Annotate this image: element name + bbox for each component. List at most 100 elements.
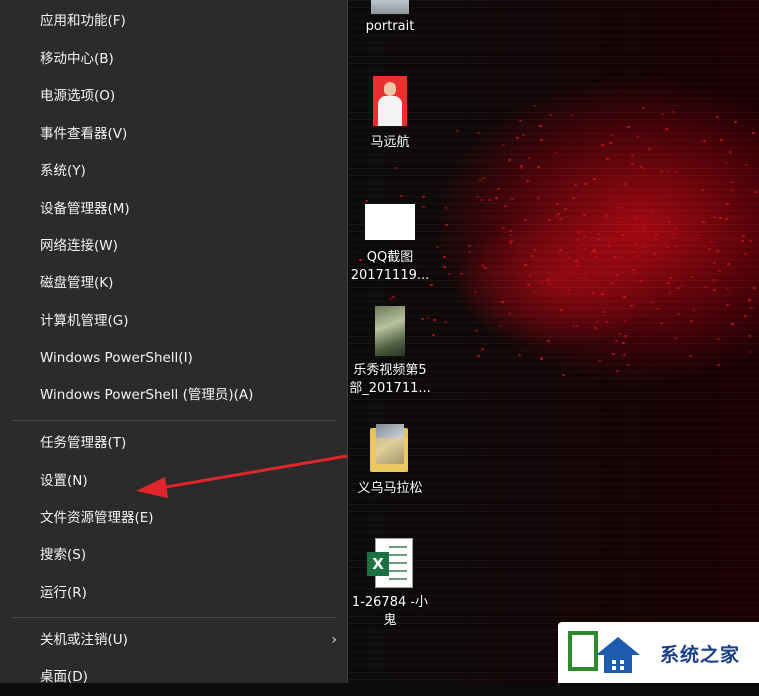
menu-separator bbox=[12, 617, 336, 618]
background-speck bbox=[536, 196, 540, 199]
desktop-icon-folder[interactable]: 义乌马拉松 bbox=[342, 424, 438, 498]
background-speck bbox=[481, 263, 485, 266]
background-speck bbox=[481, 176, 485, 179]
background-speck bbox=[555, 202, 559, 205]
desktop-icon-label: QQ截图 20171119... bbox=[350, 250, 430, 283]
chevron-right-icon: › bbox=[331, 632, 337, 648]
menu-item-shutdown-signout[interactable]: 关机或注销(U) › bbox=[0, 622, 347, 659]
background-speck bbox=[566, 257, 570, 260]
background-speck bbox=[518, 119, 522, 122]
background-speck bbox=[559, 217, 563, 220]
background-speck bbox=[666, 282, 670, 285]
menu-item-power-options[interactable]: 电源选项(O) bbox=[0, 78, 347, 115]
desktop-icon-label: 马远航 bbox=[370, 135, 410, 150]
background-speck bbox=[617, 220, 621, 223]
background-speck bbox=[553, 215, 557, 218]
background-speck bbox=[605, 320, 609, 323]
folder-icon bbox=[370, 424, 410, 472]
background-speck bbox=[710, 240, 714, 243]
background-speck bbox=[752, 131, 756, 134]
background-speck bbox=[728, 150, 732, 153]
background-speck bbox=[613, 255, 617, 258]
menu-item-network-connections[interactable]: 网络连接(W) bbox=[0, 228, 347, 265]
background-speck bbox=[528, 156, 532, 159]
background-speck bbox=[717, 363, 721, 366]
background-speck bbox=[745, 163, 749, 166]
desktop-icon-person-photo[interactable]: 马远航 bbox=[342, 76, 438, 152]
menu-item-powershell-admin[interactable]: Windows PowerShell (管理员)(A) bbox=[0, 377, 347, 414]
background-speck bbox=[540, 281, 544, 284]
background-speck bbox=[556, 212, 560, 215]
background-speck bbox=[612, 239, 616, 242]
background-speck bbox=[582, 248, 586, 251]
menu-item-search[interactable]: 搜索(S) bbox=[0, 537, 347, 574]
background-speck bbox=[455, 129, 459, 132]
menu-item-event-viewer[interactable]: 事件查看器(V) bbox=[0, 116, 347, 153]
menu-item-run[interactable]: 运行(R) bbox=[0, 575, 347, 612]
menu-item-settings[interactable]: 设置(N) bbox=[0, 463, 347, 500]
background-speck bbox=[614, 273, 618, 276]
background-speck bbox=[733, 120, 737, 123]
background-speck bbox=[571, 196, 575, 199]
background-speck bbox=[649, 211, 653, 214]
menu-item-disk-management[interactable]: 磁盘管理(K) bbox=[0, 265, 347, 302]
background-speck bbox=[528, 274, 532, 277]
background-speck bbox=[701, 220, 705, 223]
background-speck bbox=[479, 179, 483, 182]
background-speck bbox=[574, 259, 578, 262]
background-speck bbox=[726, 287, 730, 290]
desktop-icon-portrait[interactable]: portrait bbox=[342, 0, 438, 36]
background-speck bbox=[495, 196, 499, 199]
menu-item-task-manager[interactable]: 任务管理器(T) bbox=[0, 425, 347, 462]
background-speck bbox=[674, 170, 678, 173]
background-speck bbox=[724, 162, 728, 165]
excel-badge: X bbox=[367, 552, 389, 576]
menu-item-desktop[interactable]: 桌面(D) bbox=[0, 659, 347, 696]
image-file-icon bbox=[365, 204, 415, 240]
menu-item-powershell[interactable]: Windows PowerShell(I) bbox=[0, 340, 347, 377]
background-speck bbox=[719, 138, 723, 141]
video-thumbnail-icon bbox=[375, 306, 405, 356]
background-speck bbox=[570, 113, 574, 116]
background-speck bbox=[501, 226, 505, 229]
background-speck bbox=[670, 110, 674, 113]
background-speck bbox=[601, 143, 605, 146]
menu-item-computer-management[interactable]: 计算机管理(G) bbox=[0, 303, 347, 340]
background-speck bbox=[702, 140, 706, 143]
background-speck bbox=[655, 233, 659, 236]
winx-menu: 应用和功能(F) 移动中心(B) 电源选项(O) 事件查看器(V) 系统(Y) … bbox=[0, 0, 348, 685]
background-speck bbox=[554, 151, 558, 154]
desktop-icon-excel-file[interactable]: X 1-26784 -小 鬼 bbox=[342, 538, 438, 630]
background-speck bbox=[674, 227, 678, 230]
desktop-icon-qq-screenshot[interactable]: QQ截图 20171119... bbox=[342, 204, 438, 285]
background-speck bbox=[624, 334, 628, 337]
background-speck bbox=[444, 320, 448, 323]
background-speck bbox=[726, 262, 730, 265]
desktop-icon-label: portrait bbox=[365, 19, 415, 34]
background-speck bbox=[460, 272, 464, 275]
background-speck bbox=[707, 247, 711, 250]
background-speck bbox=[641, 245, 645, 248]
menu-item-device-manager[interactable]: 设备管理器(M) bbox=[0, 191, 347, 228]
background-speck bbox=[743, 252, 747, 255]
background-speck bbox=[731, 322, 735, 325]
menu-item-mobility-center[interactable]: 移动中心(B) bbox=[0, 41, 347, 78]
background-speck bbox=[444, 206, 448, 209]
desktop-icon-video[interactable]: 乐秀视频第5 部_201711... bbox=[342, 306, 438, 398]
background-speck bbox=[526, 179, 530, 182]
menu-item-system[interactable]: 系统(Y) bbox=[0, 153, 347, 190]
background-speck bbox=[592, 291, 596, 294]
background-speck bbox=[395, 166, 399, 169]
house-logo-icon bbox=[568, 631, 640, 673]
photo-thumbnail-icon bbox=[373, 76, 407, 126]
background-speck bbox=[674, 244, 678, 247]
menu-item-apps-features[interactable]: 应用和功能(F) bbox=[0, 3, 347, 40]
background-speck bbox=[609, 281, 613, 284]
background-speck bbox=[632, 250, 636, 253]
desktop-icon-label: 乐秀视频第5 部_201711... bbox=[349, 363, 431, 396]
background-speck bbox=[548, 113, 552, 116]
watermark-text: 系统之家 bbox=[660, 644, 741, 666]
background-speck bbox=[719, 216, 723, 219]
background-speck bbox=[643, 167, 647, 170]
menu-item-file-explorer[interactable]: 文件资源管理器(E) bbox=[0, 500, 347, 537]
